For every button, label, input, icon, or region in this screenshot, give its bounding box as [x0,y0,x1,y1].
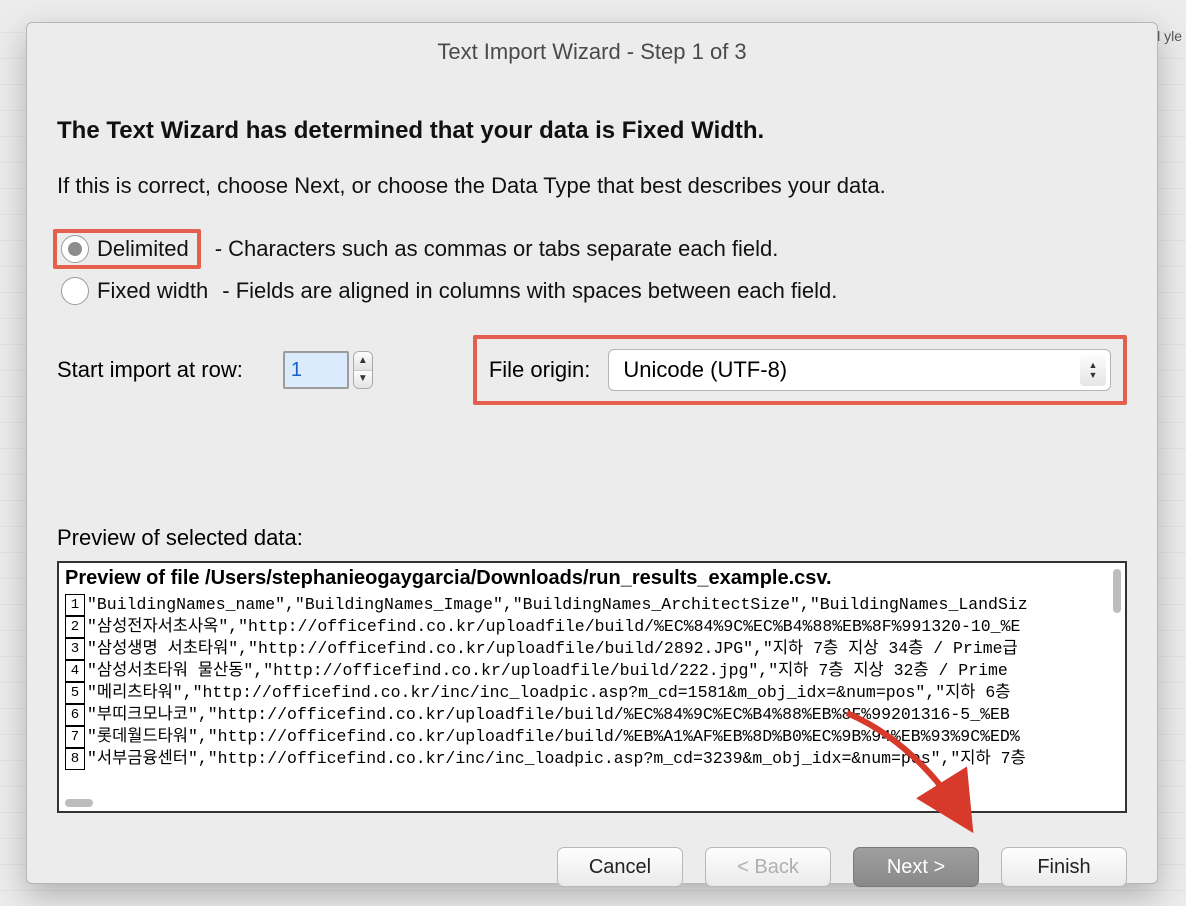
start-row-label: Start import at row: [57,357,243,383]
dialog-title: Text Import Wizard - Step 1 of 3 [27,23,1157,73]
radio-icon [61,277,89,305]
preview-box[interactable]: Preview of file /Users/stephanieogaygarc… [57,561,1127,813]
preview-line-text: "삼성전자서초사옥","http://officefind.co.kr/uplo… [87,616,1020,638]
radio-delimited-label: Delimited [97,236,189,262]
preview-line-text: "메리츠타워","http://officefind.co.kr/inc/inc… [87,682,1010,704]
preview-file-title: Preview of file /Users/stephanieogaygarc… [65,567,1119,590]
spinner-down[interactable]: ▼ [354,371,372,389]
highlight-file-origin: File origin: Unicode (UTF-8) ▲▼ [473,335,1127,405]
preview-line: 8"서부금융센터","http://officefind.co.kr/inc/i… [65,748,1119,770]
preview-line-text: "삼성생명 서초타워","http://officefind.co.kr/upl… [87,638,1018,660]
start-row-input[interactable] [283,351,349,389]
next-button[interactable]: Next > [853,847,979,887]
cancel-button[interactable]: Cancel [557,847,683,887]
preview-line: 3"삼성생명 서초타워","http://officefind.co.kr/up… [65,638,1119,660]
radio-icon [61,235,89,263]
preview-line-number: 2 [65,616,85,638]
preview-line: 5"메리츠타워","http://officefind.co.kr/inc/in… [65,682,1119,704]
preview-line: 2"삼성전자서초사옥","http://officefind.co.kr/upl… [65,616,1119,638]
preview-line-text: "서부금융센터","http://officefind.co.kr/inc/in… [87,748,1026,770]
preview-line-number: 4 [65,660,85,682]
wizard-subheading: If this is correct, choose Next, or choo… [57,173,1127,199]
preview-line-number: 6 [65,704,85,726]
start-row-spinner[interactable]: ▲ ▼ [283,351,373,389]
preview-line-number: 3 [65,638,85,660]
preview-line-text: "BuildingNames_name","BuildingNames_Imag… [87,594,1028,616]
chevron-updown-icon: ▲▼ [1080,354,1106,386]
radio-fixed-label: Fixed width [97,278,208,304]
preview-label: Preview of selected data: [57,525,1127,551]
wizard-heading: The Text Wizard has determined that your… [57,117,1127,145]
preview-line-text: "부띠크모나코","http://officefind.co.kr/upload… [87,704,1010,726]
file-origin-label: File origin: [489,357,590,383]
preview-horizontal-scrollbar[interactable] [65,799,93,807]
preview-line-number: 5 [65,682,85,704]
preview-line-number: 1 [65,594,85,616]
text-import-wizard-dialog: Text Import Wizard - Step 1 of 3 The Tex… [26,22,1158,884]
file-origin-select[interactable]: Unicode (UTF-8) ▲▼ [608,349,1111,391]
radio-delimited[interactable]: Delimited [61,235,189,263]
preview-line: 4"삼성서초타워 물산동","http://officefind.co.kr/u… [65,660,1119,682]
preview-line-number: 8 [65,748,85,770]
preview-vertical-scrollbar[interactable] [1113,569,1121,613]
preview-line: 6"부띠크모나코","http://officefind.co.kr/uploa… [65,704,1119,726]
preview-line-number: 7 [65,726,85,748]
finish-button[interactable]: Finish [1001,847,1127,887]
radio-fixed-desc: - Fields are aligned in columns with spa… [222,278,837,304]
spinner-up[interactable]: ▲ [354,352,372,371]
preview-line-text: "삼성서초타워 물산동","http://officefind.co.kr/up… [87,660,1008,682]
radio-fixed-width[interactable]: Fixed width [57,275,216,307]
preview-line: 7"롯데월드타워","http://officefind.co.kr/uploa… [65,726,1119,748]
preview-line: 1"BuildingNames_name","BuildingNames_Ima… [65,594,1119,616]
radio-delimited-desc: - Characters such as commas or tabs sepa… [215,236,779,262]
preview-line-text: "롯데월드타워","http://officefind.co.kr/upload… [87,726,1020,748]
back-button: < Back [705,847,831,887]
highlight-delimited: Delimited [53,229,201,269]
file-origin-value: Unicode (UTF-8) [623,357,787,383]
